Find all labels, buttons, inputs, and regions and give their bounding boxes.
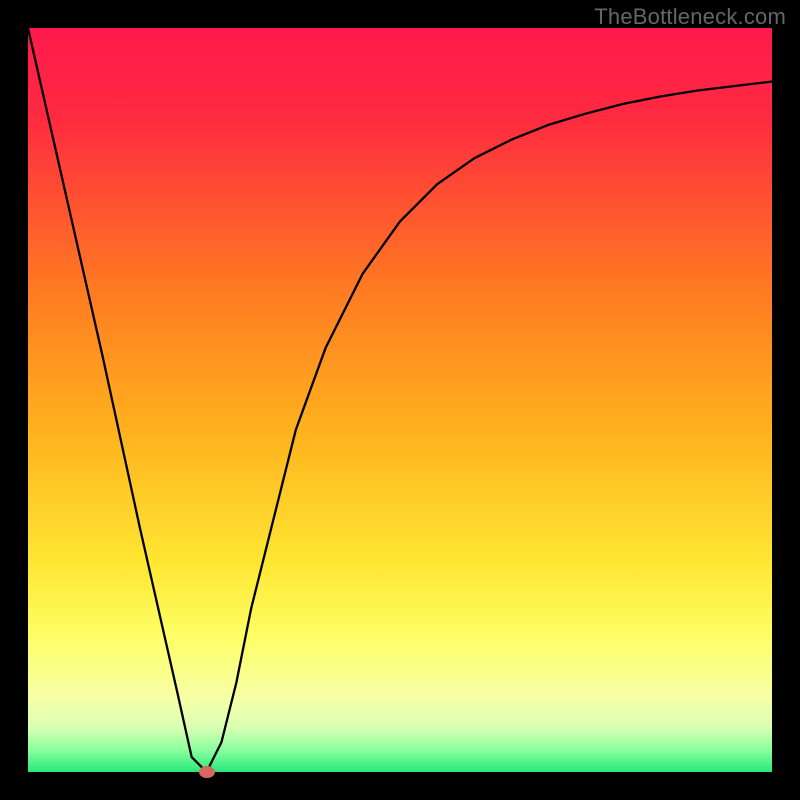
watermark-text: TheBottleneck.com: [594, 4, 786, 30]
bottleneck-curve: [28, 28, 772, 772]
plot-area: [28, 28, 772, 772]
optimal-point-marker: [199, 766, 215, 778]
chart-frame: TheBottleneck.com: [0, 0, 800, 800]
